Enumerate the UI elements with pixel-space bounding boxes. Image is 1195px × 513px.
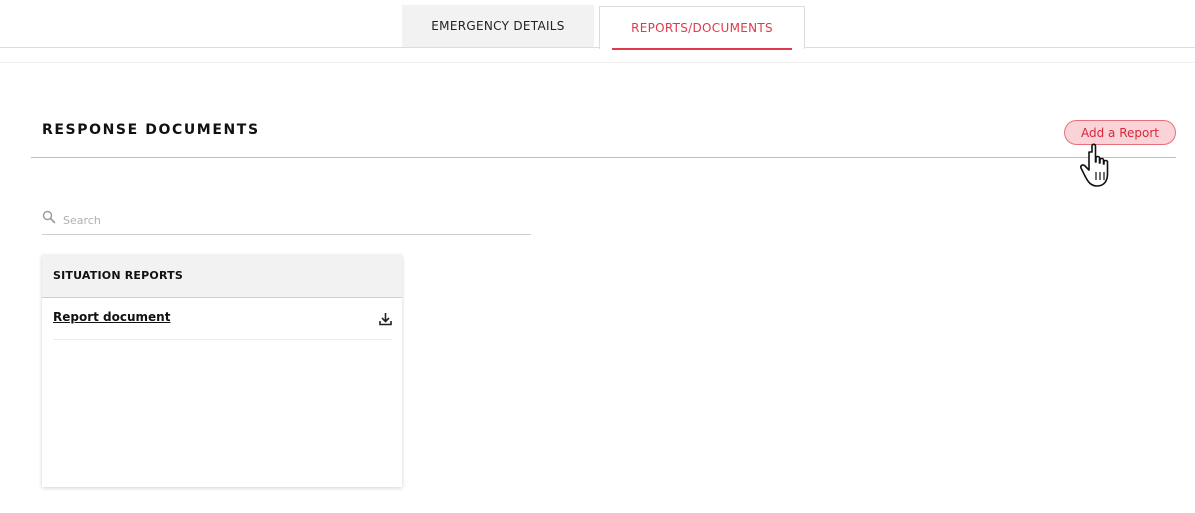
- tab-bar: EMERGENCY DETAILS REPORTS/DOCUMENTS: [0, 0, 1195, 50]
- hand-cursor-icon: [1079, 143, 1109, 187]
- search-input[interactable]: [63, 210, 523, 230]
- search-field: [42, 206, 531, 235]
- divider: [0, 62, 1195, 63]
- download-icon[interactable]: [379, 312, 392, 326]
- report-document-link[interactable]: Report document: [53, 310, 170, 324]
- active-tab-indicator: [612, 48, 792, 50]
- section-divider: [31, 157, 1176, 158]
- situation-reports-card: SITUATION REPORTS Report document: [42, 255, 402, 487]
- tab-reports-documents[interactable]: REPORTS/DOCUMENTS: [599, 6, 805, 50]
- search-icon: [42, 210, 56, 224]
- card-header: SITUATION REPORTS: [42, 255, 402, 298]
- tab-label: EMERGENCY DETAILS: [431, 19, 565, 33]
- list-item: Report document: [53, 298, 392, 340]
- section-title: RESPONSE DOCUMENTS: [42, 122, 260, 138]
- tab-emergency-details[interactable]: EMERGENCY DETAILS: [402, 5, 594, 47]
- tab-label: REPORTS/DOCUMENTS: [631, 21, 773, 35]
